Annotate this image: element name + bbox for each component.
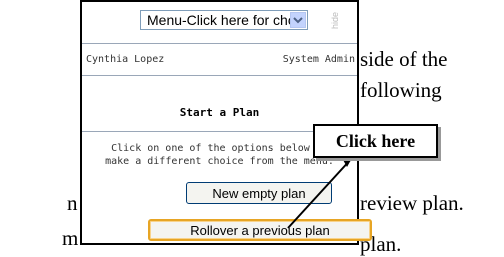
- click-here-callout: Click here: [313, 124, 438, 158]
